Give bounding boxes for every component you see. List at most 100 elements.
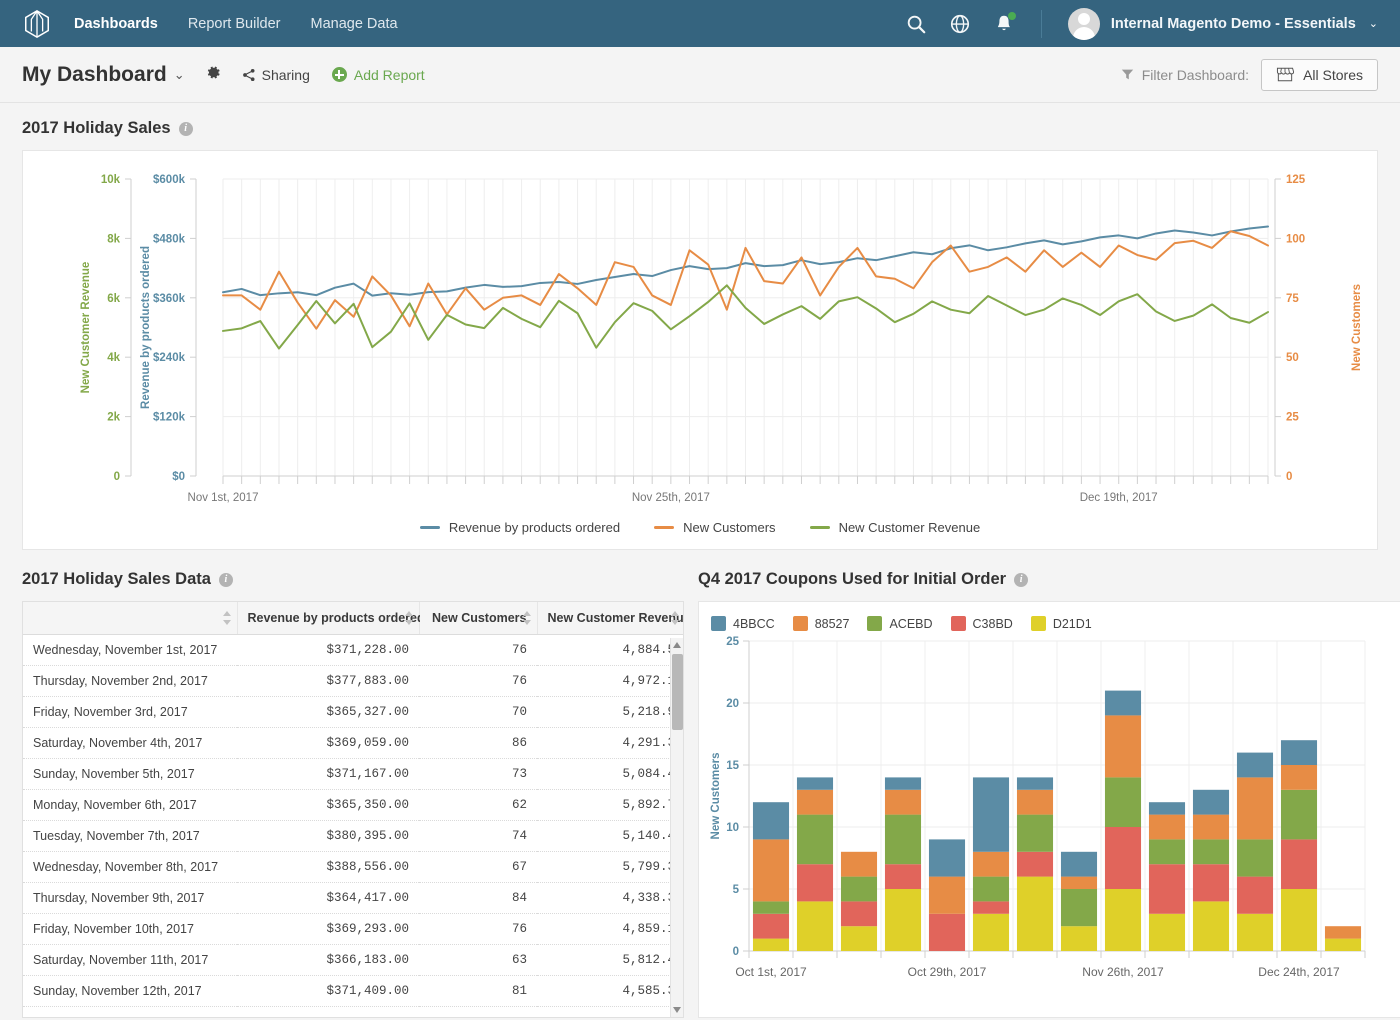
svg-text:Nov 26th, 2017: Nov 26th, 2017 <box>1082 965 1164 979</box>
info-icon[interactable]: i <box>1014 573 1028 587</box>
gear-icon[interactable] <box>205 64 222 86</box>
nav-link-report-builder[interactable]: Report Builder <box>188 16 281 32</box>
table-cell: 4,859.1 <box>537 914 684 945</box>
top-navigation-bar: Dashboards Report Builder Manage Data In… <box>0 0 1400 47</box>
chevron-down-icon[interactable]: ⌄ <box>1369 17 1378 30</box>
legend-swatch <box>420 526 440 529</box>
nav-divider <box>1041 10 1042 38</box>
info-icon[interactable]: i <box>219 573 233 587</box>
legend-item-revenue-by-products-ordered[interactable]: Revenue by products ordered <box>420 520 620 535</box>
table-cell: 5,218.9 <box>537 697 684 728</box>
table-cell: Thursday, November 9th, 2017 <box>23 883 237 914</box>
sharing-button[interactable]: Sharing <box>242 67 310 83</box>
sort-arrows-icon[interactable] <box>671 611 679 625</box>
table-header-new-customers[interactable]: New Customers <box>419 602 537 635</box>
table-cell: 4,972.1 <box>537 666 684 697</box>
legend-swatch <box>810 526 830 529</box>
table-title-row: 2017 Holiday Sales Data i <box>22 570 684 589</box>
legend-item-new-customers[interactable]: New Customers <box>654 520 775 535</box>
bar-legend-item-D21D1[interactable]: D21D1 <box>1031 616 1092 631</box>
table-row[interactable]: Saturday, November 11th, 2017$366,183.00… <box>23 945 684 976</box>
svg-text:Revenue by products ordered: Revenue by products ordered <box>140 246 152 409</box>
bar-legend-item-4BBCC[interactable]: 4BBCC <box>711 616 775 631</box>
table-row[interactable]: Sunday, November 12th, 2017$371,409.0081… <box>23 976 684 1007</box>
scroll-up-icon[interactable] <box>673 642 681 648</box>
table-cell: Friday, November 3rd, 2017 <box>23 697 237 728</box>
svg-text:4k: 4k <box>107 352 120 364</box>
bar-chart-widget: Q4 2017 Coupons Used for Initial Order i… <box>698 570 1400 1018</box>
bell-icon[interactable] <box>993 13 1015 35</box>
legend-label: Revenue by products ordered <box>449 520 620 535</box>
table-row[interactable]: Wednesday, November 1st, 2017$371,228.00… <box>23 635 684 666</box>
chevron-down-icon[interactable]: ⌄ <box>174 67 185 83</box>
nav-link-dashboards[interactable]: Dashboards <box>74 16 158 32</box>
table-cell: Sunday, November 5th, 2017 <box>23 759 237 790</box>
table-scroll-container[interactable]: Revenue by products orderedNew Customers… <box>22 601 684 1018</box>
table-row[interactable]: Thursday, November 9th, 2017$364,417.008… <box>23 883 684 914</box>
line-chart-title: 2017 Holiday Sales <box>22 119 171 138</box>
magento-logo-icon[interactable] <box>22 9 52 39</box>
sort-arrows-icon[interactable] <box>523 611 531 625</box>
table-cell: Sunday, November 12th, 2017 <box>23 976 237 1007</box>
svg-text:0: 0 <box>1286 471 1292 483</box>
bar-chart-svg[interactable]: 0510152025New CustomersOct 1st, 2017Oct … <box>705 631 1391 999</box>
table-cell: 74 <box>419 821 537 852</box>
all-stores-button[interactable]: All Stores <box>1261 59 1378 91</box>
legend-item-new-customer-revenue[interactable]: New Customer Revenue <box>810 520 981 535</box>
table-row[interactable]: Friday, November 3rd, 2017$365,327.00705… <box>23 697 684 728</box>
table-header-date[interactable] <box>23 602 237 635</box>
svg-text:100: 100 <box>1286 233 1305 245</box>
scrollbar-thumb[interactable] <box>672 654 683 730</box>
legend-label: 4BBCC <box>733 617 775 631</box>
bar-legend-item-C38BD[interactable]: C38BD <box>951 616 1013 631</box>
table-header-label: New Customer Revenue <box>548 611 685 625</box>
svg-text:Nov 25th, 2017: Nov 25th, 2017 <box>632 492 710 504</box>
table-cell: 73 <box>419 759 537 790</box>
legend-label: New Customer Revenue <box>839 520 981 535</box>
table-row[interactable]: Friday, November 10th, 2017$369,293.0076… <box>23 914 684 945</box>
table-row[interactable]: Saturday, November 4th, 2017$369,059.008… <box>23 728 684 759</box>
table-cell: $366,183.00 <box>237 945 419 976</box>
legend-swatch <box>654 526 674 529</box>
globe-icon[interactable] <box>949 13 971 35</box>
nav-link-manage-data[interactable]: Manage Data <box>311 16 398 32</box>
account-menu[interactable]: Internal Magento Demo - Essentials ⌄ <box>1068 8 1378 40</box>
bar-legend-item-88527[interactable]: 88527 <box>793 616 850 631</box>
table-cell: 5,812.4 <box>537 945 684 976</box>
svg-text:$600k: $600k <box>153 174 186 186</box>
table-cell: 76 <box>419 914 537 945</box>
search-icon[interactable] <box>905 13 927 35</box>
table-cell: 76 <box>419 666 537 697</box>
line-chart-svg[interactable]: 02k4k6k8k10kNew Customer Revenue$0$120k$… <box>23 151 1377 551</box>
sort-arrows-icon[interactable] <box>223 611 231 625</box>
account-name: Internal Magento Demo - Essentials <box>1111 16 1356 32</box>
table-row[interactable]: Monday, November 6th, 2017$365,350.00625… <box>23 790 684 821</box>
table-vertical-scrollbar[interactable] <box>670 638 683 1017</box>
add-report-button[interactable]: Add Report <box>332 67 425 83</box>
table-row[interactable]: Wednesday, November 8th, 2017$388,556.00… <box>23 852 684 883</box>
table-row[interactable]: Tuesday, November 7th, 2017$380,395.0074… <box>23 821 684 852</box>
table-header-revenue-by-products-ordered[interactable]: Revenue by products ordered <box>237 602 419 635</box>
bar-chart-panel: 4BBCC88527ACEBDC38BDD21D1 0510152025New … <box>698 601 1400 1018</box>
svg-text:25: 25 <box>726 636 739 648</box>
line-chart-panel: 02k4k6k8k10kNew Customer Revenue$0$120k$… <box>22 150 1378 550</box>
table-cell: 4,291.3 <box>537 728 684 759</box>
table-row[interactable]: Thursday, November 2nd, 2017$377,883.007… <box>23 666 684 697</box>
table-header-label: Revenue by products ordered <box>248 611 425 625</box>
table-row[interactable]: Sunday, November 5th, 2017$371,167.00735… <box>23 759 684 790</box>
table-cell: 67 <box>419 852 537 883</box>
table-title: 2017 Holiday Sales Data <box>22 570 211 589</box>
table-cell: Friday, November 10th, 2017 <box>23 914 237 945</box>
table-header-new-customer-revenue[interactable]: New Customer Revenue <box>537 602 684 635</box>
bar-legend-item-ACEBD[interactable]: ACEBD <box>867 616 932 631</box>
table-cell: Thursday, November 2nd, 2017 <box>23 666 237 697</box>
page-title[interactable]: My Dashboard <box>22 63 167 87</box>
table-cell: 4,585.3 <box>537 976 684 1007</box>
sort-arrows-icon[interactable] <box>405 611 413 625</box>
scroll-down-icon[interactable] <box>673 1007 681 1013</box>
bottom-row: 2017 Holiday Sales Data i Revenue by pro… <box>0 550 1400 1018</box>
svg-text:New Customers: New Customers <box>710 753 722 840</box>
info-icon[interactable]: i <box>179 122 193 136</box>
svg-text:0: 0 <box>114 471 120 483</box>
table-widget: 2017 Holiday Sales Data i Revenue by pro… <box>22 570 684 1018</box>
